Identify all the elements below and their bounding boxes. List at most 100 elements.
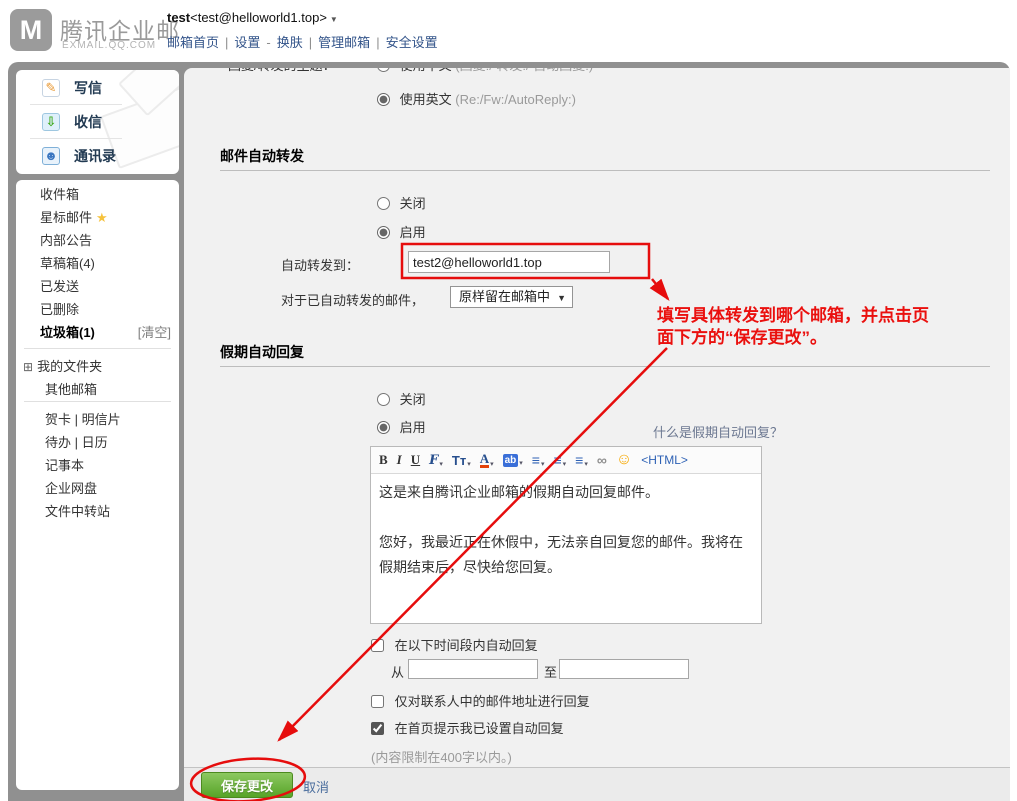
forwarded-mail-select-value: 原样留在邮箱中 [459,289,550,304]
header: M 腾讯企业邮 EXMAIL.QQ.COM test<test@hellowor… [0,0,1017,62]
dropdown-caret-icon: ▾ [467,460,471,468]
forward-on-radio[interactable] [377,226,390,239]
editor-body[interactable]: 这是来自腾讯企业邮箱的假期自动回复邮件。 您好，我最近正在休假中，无法亲自回复您… [371,474,761,624]
clear-trash-link[interactable]: [清空] [138,321,171,344]
settings-panel: 回复/转发的主题： 使用中文 (回复:/ 转发:/ 自动回复:) 使用英文 (R… [184,68,1010,801]
time-range-checkbox[interactable] [371,639,384,652]
panel-footer: 保存更改 取消 [184,767,1010,801]
forward-off-radio[interactable] [377,197,390,210]
toolbar-emoji-button[interactable]: ☺ [616,451,632,469]
nav-separator: | [309,35,312,50]
toolbar-list-button[interactable]: ≡▾ [553,452,566,468]
account-address: <test@helloworld1.top> [190,10,327,25]
toolbar-font-size-button[interactable]: Tт▾ [452,453,471,468]
group-label: 其他邮箱 [45,382,97,397]
reply-on-radio[interactable] [377,421,390,434]
toolbar-link-button[interactable]: ∞ [597,452,607,468]
subject-en-radio[interactable] [377,93,390,106]
toolbar-html-button[interactable]: <HTML> [641,453,688,467]
sidebar-action-contacts[interactable]: ☻ 通讯录 [16,143,179,169]
forwarded-mail-select[interactable]: 原样留在邮箱中 [450,286,573,308]
contacts-icon: ☻ [42,147,60,165]
sidebar-action-compose[interactable]: ✎ 写信 [16,75,179,101]
sidebar-group-我的文件夹[interactable]: ⊞我的文件夹 [16,355,179,378]
reply-off-option[interactable]: 关闭 [377,392,426,408]
exmail-settings-page: { "header": { "logo": { "mark": "M", "ti… [0,0,1017,801]
time-range-option[interactable]: 在以下时间段内自动回复 [371,638,538,654]
forward-off-option[interactable]: 关闭 [377,196,426,212]
sidebar-tool[interactable]: 企业网盘 [16,477,179,500]
subject-cn-radio[interactable] [377,68,390,72]
dropdown-caret-icon: ▾ [563,460,567,468]
forward-section-title: 邮件自动转发 [220,146,304,166]
sidebar-action-inbox[interactable]: ⇩收信 [16,109,179,135]
forward-to-label: 自动转发到： [281,255,359,274]
subject-cn-option[interactable]: 使用中文 (回复:/ 转发:/ 自动回复:) [377,68,593,74]
toolbar-indent-button[interactable]: ≡▾ [575,452,588,468]
sidebar-tool[interactable]: 待办 | 日历 [16,431,179,454]
homepage-remind-checkbox[interactable] [371,722,384,735]
save-button[interactable]: 保存更改 [201,772,293,798]
sidebar-folder[interactable]: 已删除 [16,298,179,321]
vacation-help-link[interactable]: 什么是假期自动回复？ [653,422,783,441]
exmail-logo-icon[interactable]: M [10,9,52,51]
sidebar-folder[interactable]: 垃圾箱(1) [清空] [16,321,179,344]
nav-link-安全设置[interactable]: 安全设置 [386,35,438,50]
folder-label: 星标邮件 [40,210,92,225]
toolbar-font-family-button[interactable]: F▾ [429,453,443,468]
homepage-remind-option[interactable]: 在首页提示我已设置自动回复 [371,721,564,737]
indent-icon: ≡ [575,452,583,468]
forward-on-option[interactable]: 启用 [377,225,426,241]
nav-link-设置[interactable]: 设置 [234,35,260,50]
to-date-input[interactable] [559,659,689,679]
sidebar-actions-box: ✎ 写信 ⇩收信 ☻ 通讯录 [16,70,179,174]
nav-link-邮箱首页[interactable]: 邮箱首页 [167,35,219,50]
folder-label: 内部公告 [40,233,92,248]
reply-off-radio[interactable] [377,393,390,406]
font-size-icon: Tт [452,453,466,468]
forward-to-input[interactable] [408,251,610,273]
sidebar-tool[interactable]: 贺卡 | 明信片 [16,408,179,431]
sidebar-folder[interactable]: 星标邮件★ [16,206,179,229]
dropdown-caret-icon: ▾ [490,460,494,468]
nav-link-换肤[interactable]: 换肤 [277,35,303,50]
editor-paragraph: 您好，我最近正在休假中，无法亲自回复您的邮件。我将在假期结束后，尽快给您回复。 [379,530,753,580]
sidebar-folder[interactable]: 内部公告 [16,229,179,252]
sidebar-folder[interactable]: 已发送 [16,275,179,298]
toolbar-font-color-button[interactable]: A▾ [480,453,494,468]
sidebar-group-其他邮箱[interactable]: 其他邮箱 [16,378,179,401]
contacts-only-option[interactable]: 仅对联系人中的邮件地址进行回复 [371,694,590,710]
nav-separator: | [376,35,379,50]
sidebar-folder[interactable]: 草稿箱(4) [16,252,179,275]
reply-section-title: 假期自动回复 [220,342,304,362]
subject-en-option[interactable]: 使用英文 (Re:/Fw:/AutoReply:) [377,92,576,108]
link-icon: ∞ [597,452,607,468]
sidebar-tool[interactable]: 记事本 [16,454,179,477]
toolbar-align-button[interactable]: ≡▾ [532,452,545,468]
account-dropdown-icon[interactable]: ▼ [330,15,338,24]
folder-label: 垃圾箱(1) [40,325,95,340]
folder-label: 已删除 [40,302,79,317]
editor-toolbar: BIUF▾Tт▾A▾ab▾≡▾≡▾≡▾∞☺<HTML> [371,447,761,474]
cancel-link[interactable]: 取消 [303,777,329,796]
sidebar-action-label: 写信 [74,75,102,101]
divider [24,401,171,402]
compose-icon: ✎ [42,79,60,97]
font-color-icon: A [480,453,489,468]
sidebar-tool[interactable]: 文件中转站 [16,500,179,523]
reply-on-option[interactable]: 启用 [377,420,426,436]
toolbar-italic-button[interactable]: I [397,452,402,468]
expand-plus-icon[interactable]: ⊞ [23,360,33,374]
section-divider [220,366,990,367]
sidebar-folder[interactable]: 收件箱 [16,183,179,206]
from-date-input[interactable] [408,659,538,679]
toolbar-bold-button[interactable]: B [379,452,388,468]
inbox-icon: ⇩ [42,113,60,131]
toolbar-highlight-button[interactable]: ab▾ [503,454,523,467]
nav-link-管理邮箱[interactable]: 管理邮箱 [318,35,370,50]
italic-icon: I [397,452,402,468]
nav-separator: | [225,35,228,50]
contacts-only-checkbox[interactable] [371,695,384,708]
sidebar-action-label: 通讯录 [74,143,116,169]
toolbar-underline-button[interactable]: U [411,452,420,468]
